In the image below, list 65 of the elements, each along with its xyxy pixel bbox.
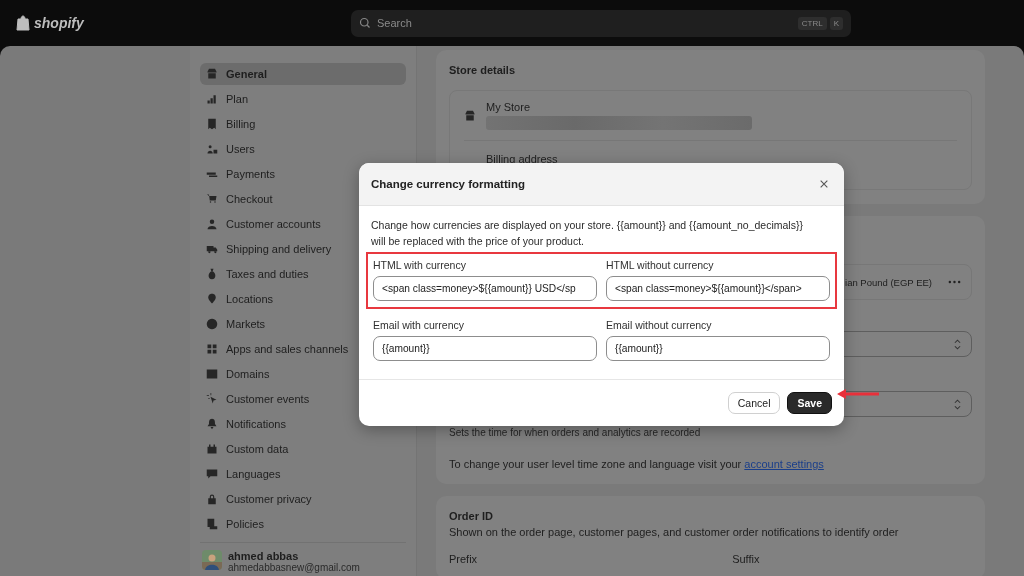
bell-icon <box>206 418 218 430</box>
dialog-description: Change how currencies are displayed on your store. {{amount}} and {{amount_no_decimals}} will be replaced with the price of your product. <box>370 218 804 249</box>
document-icon <box>206 518 218 530</box>
prefix-label: Prefix <box>449 553 478 565</box>
apps-grid-icon <box>206 343 218 355</box>
currency-value: ian Pound (EGP EE) <box>845 276 932 288</box>
logo-text: shopify <box>34 15 84 31</box>
users-icon <box>206 143 218 155</box>
location-pin-icon <box>206 293 218 305</box>
text-field[interactable]: {{amount}} <box>373 336 597 361</box>
store-icon <box>464 109 476 122</box>
text-field[interactable]: {{amount}} <box>606 336 830 361</box>
shortcut-key: K <box>829 16 843 30</box>
sidebar-item[interactable]: Domains <box>200 363 406 385</box>
field-label: HTML without currency <box>606 259 715 271</box>
card-title: Order ID <box>449 510 494 522</box>
sidebar-item[interactable]: Custom data <box>200 438 406 460</box>
account-note: To change your user level time zone and language visit your account settings <box>449 458 825 470</box>
sidebar-item[interactable]: Languages <box>200 463 406 485</box>
account-settings-link[interactable]: account settings <box>744 458 824 470</box>
search-placeholder: Search <box>377 17 413 29</box>
card-title: Store details <box>449 64 517 76</box>
cursor-icon <box>206 393 218 405</box>
close-icon[interactable] <box>819 179 829 189</box>
sidebar-item[interactable]: Notifications <box>200 413 406 435</box>
field-label: Email with currency <box>373 319 466 331</box>
order-id-description: Shown on the order page, customer pages, and customer order notifications to identify order <box>449 526 900 538</box>
chevron-icon <box>954 398 961 410</box>
chat-icon <box>206 468 218 480</box>
sidebar-item[interactable]: Users <box>200 138 406 160</box>
chevron-icon <box>954 338 961 350</box>
timezone-hint: Sets the time for when orders and analytics are recorded <box>449 427 702 438</box>
truck-icon <box>206 243 218 255</box>
sidebar-item[interactable]: Billing <box>200 113 406 135</box>
more-icon[interactable] <box>948 280 961 284</box>
search-icon <box>359 17 371 29</box>
store-name: My Store <box>486 101 531 113</box>
sidebar-item[interactable]: Customer privacy <box>200 488 406 510</box>
text-field[interactable]: <span class=money>${{amount}}</span> <box>606 276 830 301</box>
sidebar-item[interactable]: Plan <box>200 88 406 110</box>
sidebar-item[interactable]: Policies <box>200 513 406 535</box>
shopping-bag-logo-icon <box>16 15 30 31</box>
receipt-icon <box>206 118 218 130</box>
shortcut-key: CTRL <box>797 16 827 30</box>
dialog-title: Change currency formatting <box>371 178 525 190</box>
search-field[interactable]: Search CTRL K <box>351 9 851 37</box>
field-label: HTML with currency <box>373 259 467 271</box>
user-name: ahmed abbas <box>228 550 300 562</box>
lock-icon <box>206 493 218 505</box>
money-bag-icon <box>206 268 218 280</box>
cart-icon <box>206 193 218 205</box>
box-icon <box>206 443 218 455</box>
suffix-label: Suffix <box>732 553 760 565</box>
text-field[interactable]: <span class=money>${{amount}} USD</sp <box>373 276 597 301</box>
person-icon <box>206 218 218 230</box>
billing-address-label: Billing address <box>486 153 558 165</box>
sidebar-item[interactable]: General <box>200 63 406 85</box>
annotation-arrow <box>837 389 879 399</box>
field-label: Email without currency <box>606 319 713 331</box>
sidebar-item[interactable]: Customer events <box>200 388 406 410</box>
cancel-button[interactable]: Cancel <box>727 392 781 414</box>
bar-chart-icon <box>206 93 218 105</box>
store-icon <box>206 68 218 80</box>
save-button[interactable]: Save <box>787 392 832 414</box>
user-email: ahmedabbasnew@gmail.com <box>228 562 360 573</box>
